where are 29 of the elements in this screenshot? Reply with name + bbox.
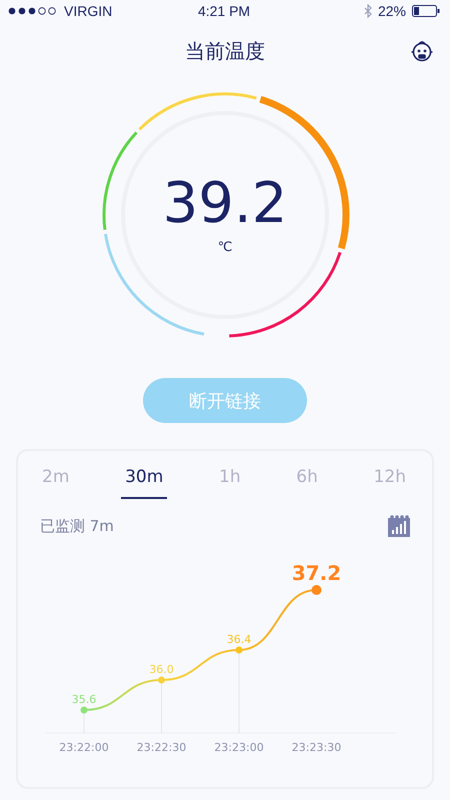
monitored-duration: 已监测 7m xyxy=(40,516,114,536)
x-axis-label: 23:23:00 xyxy=(214,741,264,754)
data-label: 35.6 xyxy=(72,693,96,706)
range-tab[interactable]: 6h xyxy=(292,461,322,499)
temperature-value: 39.2 xyxy=(162,176,288,232)
data-label: 36.0 xyxy=(149,663,174,676)
data-point xyxy=(158,676,165,684)
temperature-unit: ℃ xyxy=(218,240,232,254)
data-label: 37.2 xyxy=(292,561,342,585)
data-point xyxy=(312,585,322,595)
disconnect-button[interactable]: 断开链接 xyxy=(143,378,307,423)
data-point xyxy=(80,706,88,714)
data-point xyxy=(236,646,242,654)
x-axis-label: 23:22:30 xyxy=(136,741,186,754)
x-axis-label: 23:22:00 xyxy=(59,741,109,754)
battery-percent: 22% xyxy=(378,3,406,19)
range-tab[interactable]: 12h xyxy=(370,461,410,499)
baby-face-icon[interactable] xyxy=(410,40,434,62)
battery-icon xyxy=(412,5,440,17)
range-tab[interactable]: 30m xyxy=(121,461,168,499)
carrier: VIRGIN xyxy=(64,3,112,19)
clock: 4:21 PM xyxy=(198,3,250,19)
data-label: 36.4 xyxy=(226,633,252,646)
range-tab[interactable]: 2m xyxy=(38,461,74,499)
x-axis-label: 23:23:30 xyxy=(292,741,342,754)
screen-title: 当前温度 xyxy=(185,38,265,64)
bluetooth-icon xyxy=(364,4,372,18)
calendar-chart-icon[interactable] xyxy=(388,515,410,537)
range-tab[interactable]: 1h xyxy=(215,461,245,499)
